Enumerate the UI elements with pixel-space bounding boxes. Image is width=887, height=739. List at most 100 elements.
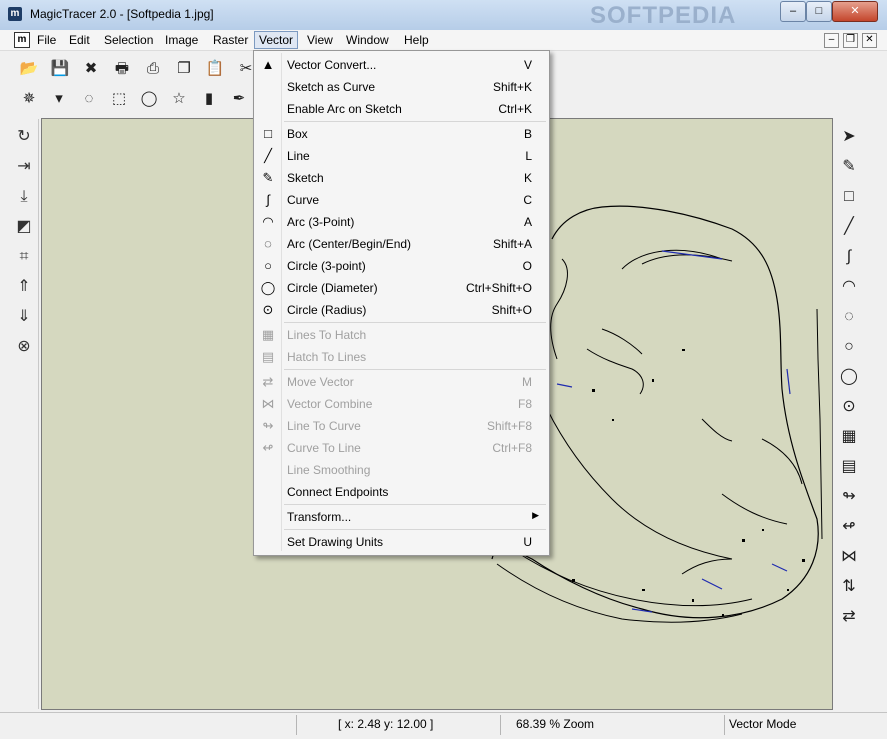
menu-bar: m File Edit Selection Image Raster Vecto…	[0, 30, 887, 51]
menu-item-circle-radius[interactable]: ⊙ Circle (Radius) Shift+O	[256, 299, 547, 321]
menu-item-line-to-curve: ↬ Line To Curve Shift+F8	[256, 415, 547, 437]
menu-item-label: Line Smoothing	[287, 463, 371, 477]
circle-diameter-icon: ◯	[260, 280, 276, 295]
menu-item-sketch-as-curve[interactable]: Sketch as Curve Shift+K	[256, 76, 547, 98]
selection-toolbar: ✵ ▾ ◌ ⬚ ◯ ☆ ▮ ✒	[10, 84, 256, 114]
menu-item-label: Arc (3-Point)	[287, 215, 355, 229]
send-backward-icon[interactable]: ⇓	[12, 305, 36, 329]
document-icon[interactable]: m	[14, 32, 30, 48]
submenu-arrow-icon: ▶	[532, 510, 539, 520]
menu-item-label: Sketch as Curve	[287, 80, 376, 94]
box-tool-icon[interactable]: □	[837, 185, 861, 209]
mdi-restore-button[interactable]: ❐	[843, 33, 858, 48]
menu-raster[interactable]: Raster	[209, 32, 252, 48]
move-vector-icon: ⇄	[262, 374, 274, 389]
combine-tool-icon[interactable]: ⋈	[837, 545, 861, 569]
menu-item-label: Vector Combine	[287, 397, 373, 411]
menu-item-vector-convert[interactable]: ▲ Vector Convert... V	[256, 54, 547, 76]
pencil-tool-icon[interactable]: ✎	[837, 155, 861, 179]
menu-item-curve[interactable]: ∫ Curve C	[256, 189, 547, 211]
flip-horizontal-icon[interactable]: ⇥	[12, 155, 36, 179]
menu-item-label: Line To Curve	[287, 419, 361, 433]
curve-tool-icon[interactable]: ∫	[837, 245, 861, 269]
menu-item-label: Curve	[287, 193, 320, 207]
box-icon: □	[264, 126, 272, 141]
open-icon[interactable]: 📂	[18, 58, 40, 80]
crop-icon[interactable]: ⌗	[12, 245, 36, 269]
line-tool-icon[interactable]: ╱	[837, 215, 861, 239]
menu-item-label: Move Vector	[287, 375, 354, 389]
menu-item-label: Arc (Center/Begin/End)	[287, 237, 412, 251]
menu-window[interactable]: Window	[342, 32, 393, 48]
menu-item-arc-3-point[interactable]: ◠ Arc (3-Point) A	[256, 211, 547, 233]
pen-icon[interactable]: ✒	[228, 88, 250, 110]
mdi-minimize-button[interactable]: –	[824, 33, 839, 48]
menu-item-box[interactable]: □ Box B	[256, 123, 547, 145]
mode-readout: Vector Mode	[729, 717, 797, 731]
minimize-button[interactable]: –	[780, 1, 806, 22]
menu-item-sketch[interactable]: ✎ Sketch K	[256, 167, 547, 189]
menu-item-label: Set Drawing Units	[287, 535, 384, 549]
circle-diameter-tool-icon[interactable]: ◯	[837, 365, 861, 389]
menu-item-shortcut: O	[522, 259, 532, 273]
menu-item-line[interactable]: ╱ Line L	[256, 145, 547, 167]
curve-to-line-tool-icon[interactable]: ↫	[837, 515, 861, 539]
menu-selection[interactable]: Selection	[100, 32, 157, 48]
menu-item-shortcut: Shift+F8	[486, 419, 532, 433]
pointer-icon[interactable]: ➤	[837, 125, 861, 149]
swap-vertical-icon[interactable]: ⇅	[837, 575, 861, 599]
rotate-icon[interactable]: ↻	[12, 125, 36, 149]
eraser-icon[interactable]: ▮	[198, 88, 220, 110]
menu-item-label: Circle (3-point)	[287, 259, 366, 273]
menu-item-enable-arc-on-sketch[interactable]: Enable Arc on Sketch Ctrl+K	[256, 98, 547, 120]
window-title: MagicTracer 2.0 - [Softpedia 1.jpg]	[30, 7, 214, 21]
rect-select-icon[interactable]: ⬚	[108, 88, 130, 110]
arc-center-tool-icon[interactable]: ◌	[837, 305, 861, 329]
menu-file[interactable]: File	[33, 32, 60, 48]
circle-radius-tool-icon[interactable]: ⊙	[837, 395, 861, 419]
curve-to-line-icon: ↫	[262, 440, 274, 455]
swap-horizontal-icon[interactable]: ⇄	[837, 605, 861, 629]
magic-wand-icon[interactable]: ✵	[18, 88, 40, 110]
star-select-icon[interactable]: ☆	[168, 88, 190, 110]
ellipse-select-icon[interactable]: ◯	[138, 88, 160, 110]
menu-item-shortcut: F8	[517, 397, 532, 411]
clear-icon[interactable]: ⊗	[12, 335, 36, 359]
lasso-icon[interactable]: ◌	[78, 88, 100, 110]
menu-item-connect-endpoints[interactable]: Connect Endpoints	[256, 481, 547, 503]
line-to-curve-tool-icon[interactable]: ↬	[837, 485, 861, 509]
close-button[interactable]: ✕	[832, 1, 878, 22]
menu-image[interactable]: Image	[161, 32, 202, 48]
mdi-close-button[interactable]: ✕	[862, 33, 877, 48]
menu-view[interactable]: View	[303, 32, 337, 48]
delete-icon[interactable]: ✖	[80, 58, 102, 80]
arc-tool-icon[interactable]: ◠	[837, 275, 861, 299]
hatch-lines-tool-icon[interactable]: ▤	[837, 455, 861, 479]
menu-item-set-drawing-units[interactable]: Set Drawing Units U	[256, 531, 547, 553]
hatch-tool-icon[interactable]: ▦	[837, 425, 861, 449]
dropdown-arrow-icon[interactable]: ▾	[48, 88, 70, 110]
maximize-button[interactable]: □	[806, 1, 832, 22]
menu-item-move-vector: ⇄ Move Vector M	[256, 371, 547, 393]
print-icon[interactable]: 🖶	[111, 58, 133, 80]
flip-vertical-icon[interactable]: ⤓	[12, 185, 36, 209]
menu-item-transform[interactable]: Transform... ▶	[256, 506, 547, 528]
menu-item-shortcut: Shift+O	[491, 303, 532, 317]
menu-help[interactable]: Help	[400, 32, 433, 48]
menu-edit[interactable]: Edit	[65, 32, 94, 48]
menu-item-label: Sketch	[287, 171, 324, 185]
menu-item-circle-diameter[interactable]: ◯ Circle (Diameter) Ctrl+Shift+O	[256, 277, 547, 299]
save-icon[interactable]: 💾	[49, 58, 71, 80]
menu-vector[interactable]: Vector	[254, 31, 299, 49]
circle-tool-icon[interactable]: ○	[837, 335, 861, 359]
zoom-readout: 68.39 % Zoom	[516, 717, 595, 731]
paste-icon[interactable]: 📋	[204, 58, 226, 80]
bring-forward-icon[interactable]: ⇑	[12, 275, 36, 299]
menu-item-arc-center-begin-end[interactable]: ◌ Arc (Center/Begin/End) Shift+A	[256, 233, 547, 255]
menu-item-circle-3-point[interactable]: ○ Circle (3-point) O	[256, 255, 547, 277]
scan-icon[interactable]: ⎙	[142, 58, 164, 80]
menu-separator	[284, 369, 546, 370]
menu-separator	[284, 121, 546, 122]
copy-icon[interactable]: ❐	[173, 58, 195, 80]
resize-icon[interactable]: ◩	[12, 215, 36, 239]
